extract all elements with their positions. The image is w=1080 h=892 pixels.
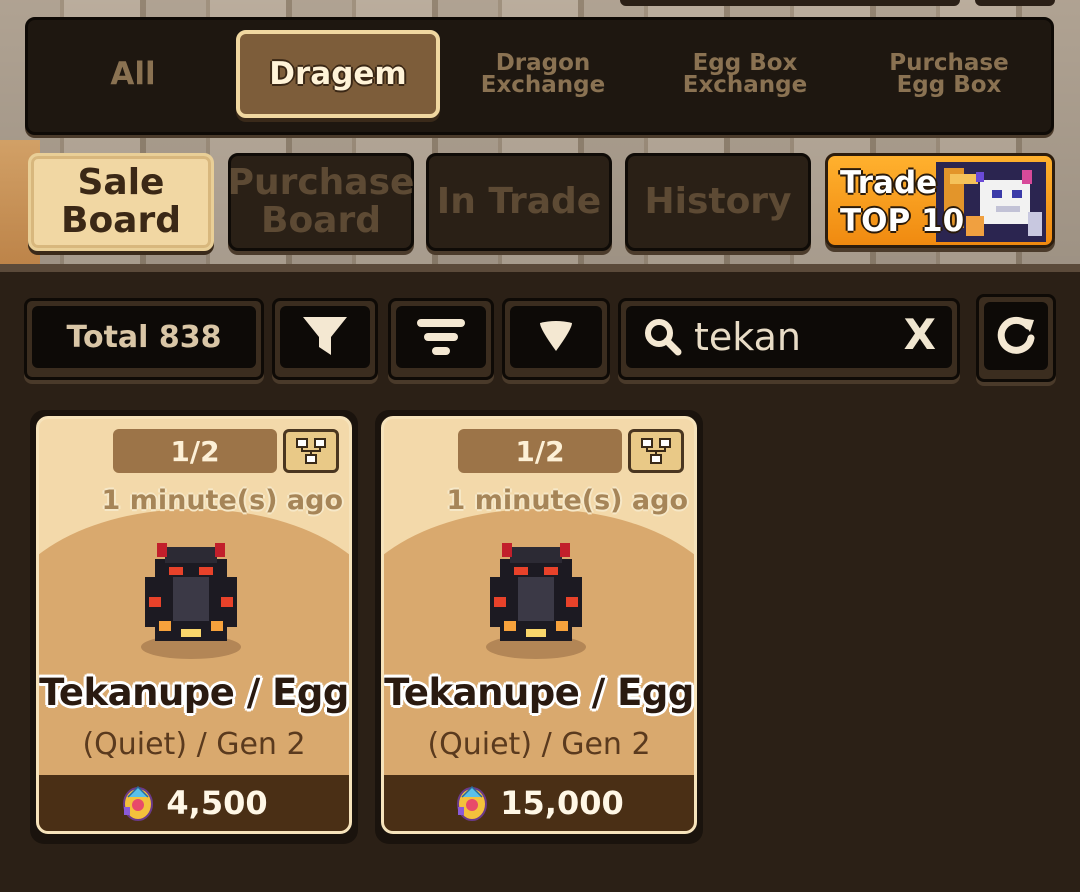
dragon-traits: (Quiet) / Gen 2 xyxy=(82,727,306,762)
tab-egg-box-exchange-label: Egg Box Exchange xyxy=(682,50,808,98)
total-count-box: Total 838 xyxy=(24,298,264,380)
sale-board-label: Sale Board xyxy=(61,162,181,241)
trade-top10-label: Trade TOP 10 xyxy=(840,165,965,239)
dragon-traits: (Quiet) / Gen 2 xyxy=(427,727,651,762)
price-bar: 4,500 xyxy=(39,775,349,831)
purchase-board-button[interactable]: Purchase Board xyxy=(228,153,414,251)
lineage-button[interactable] xyxy=(628,429,684,473)
purchase-board-label: Purchase Board xyxy=(227,162,415,241)
order-toggle-button[interactable] xyxy=(502,298,610,380)
tab-all[interactable]: All xyxy=(68,30,198,118)
price-bar: 15,000 xyxy=(384,775,694,831)
dragem-coin-icon xyxy=(457,785,488,821)
tab-all-label: All xyxy=(110,56,156,92)
refresh-button[interactable] xyxy=(976,294,1056,382)
dragon-egg-icon xyxy=(486,543,586,659)
listing-card[interactable]: 1/2 1 minute(s) ago Tekanupe / Egg (Quie… xyxy=(375,410,703,844)
stock-count: 1/2 xyxy=(458,429,622,473)
tab-dragem-label: Dragem xyxy=(269,56,407,92)
dragem-coin-icon xyxy=(123,785,154,821)
refresh-icon xyxy=(997,316,1035,354)
filter-icon xyxy=(303,317,347,355)
listed-time: 1 minute(s) ago xyxy=(446,485,688,516)
stock-count: 1/2 xyxy=(113,429,277,473)
tab-dragon-exchange-label: Dragon Exchange xyxy=(480,50,606,98)
price-value: 15,000 xyxy=(500,784,624,822)
tab-purchase-egg-box[interactable]: Purchase Egg Box xyxy=(854,30,1044,118)
listing-card[interactable]: 1/2 1 minute(s) ago Tekanupe / Egg (Quie… xyxy=(30,410,358,844)
dragon-name: Tekanupe / Egg xyxy=(39,671,349,714)
total-count-label: Total 838 xyxy=(66,319,222,355)
dragon-name: Tekanupe / Egg xyxy=(384,671,694,714)
history-label: History xyxy=(644,181,792,222)
sort-button[interactable] xyxy=(388,298,494,380)
dragon-egg-icon xyxy=(141,543,241,659)
search-input[interactable]: tekan xyxy=(694,315,801,359)
lineage-button[interactable] xyxy=(283,429,339,473)
history-button[interactable]: History xyxy=(625,153,811,251)
family-tree-icon xyxy=(296,438,326,464)
category-tab-bar: All Dragem Dragon Exchange Egg Box Excha… xyxy=(25,17,1054,135)
search-box[interactable]: tekan X xyxy=(618,298,960,380)
listed-time: 1 minute(s) ago xyxy=(101,485,343,516)
clear-search-button[interactable]: X xyxy=(904,310,936,359)
top-bar-edge-right xyxy=(975,0,1055,6)
family-tree-icon xyxy=(641,438,671,464)
tab-dragon-exchange[interactable]: Dragon Exchange xyxy=(448,30,638,118)
sale-board-button[interactable]: Sale Board xyxy=(28,153,214,251)
in-trade-label: In Trade xyxy=(436,181,602,222)
top-bar-edge xyxy=(620,0,960,6)
tab-purchase-egg-box-label: Purchase Egg Box xyxy=(889,50,1009,98)
price-value: 4,500 xyxy=(166,784,268,822)
filter-button[interactable] xyxy=(272,298,378,380)
caret-down-icon xyxy=(540,321,572,351)
in-trade-button[interactable]: In Trade xyxy=(426,153,612,251)
tab-dragem[interactable]: Dragem xyxy=(236,30,440,118)
sort-icon xyxy=(417,319,465,355)
trade-top10-button[interactable]: Trade TOP 10 xyxy=(825,153,1055,248)
tab-egg-box-exchange[interactable]: Egg Box Exchange xyxy=(650,30,840,118)
search-icon xyxy=(645,319,682,356)
